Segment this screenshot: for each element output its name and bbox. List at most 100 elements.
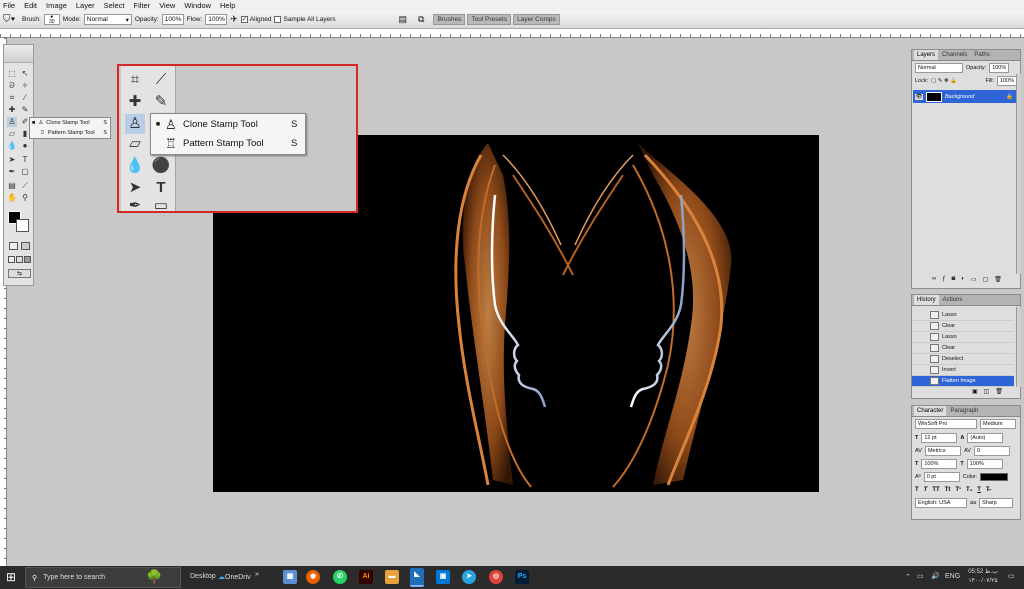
crop-icon[interactable]: ⌗ bbox=[125, 70, 145, 90]
tab-tool-presets[interactable]: Tool Presets bbox=[467, 14, 512, 25]
lasso-icon[interactable]: ᘐ bbox=[7, 81, 17, 91]
menu-view[interactable]: View bbox=[159, 0, 175, 11]
move-icon[interactable]: ↖ bbox=[20, 69, 30, 79]
magic-wand-icon[interactable]: ✧ bbox=[20, 81, 30, 91]
layers-scrollbar[interactable] bbox=[1016, 74, 1021, 274]
history-step[interactable]: Invert bbox=[912, 365, 1014, 376]
standard-mode-icon[interactable] bbox=[9, 242, 18, 250]
new-layer-icon[interactable]: ▢ bbox=[983, 276, 989, 286]
subscript-button[interactable]: T₁ bbox=[966, 487, 972, 493]
notifications-icon[interactable]: ▭ bbox=[1008, 572, 1015, 580]
screen-mode-standard-icon[interactable] bbox=[8, 256, 15, 263]
history-step[interactable]: Clear bbox=[912, 343, 1014, 354]
file-browser-icon[interactable]: ▤ bbox=[399, 14, 408, 25]
tab-layers[interactable]: Layers bbox=[914, 50, 939, 60]
link-layers-icon[interactable]: ∞ bbox=[932, 276, 936, 286]
palette-well-icon[interactable]: ⧉ bbox=[418, 14, 424, 25]
text-color-swatch[interactable] bbox=[980, 472, 1009, 481]
brush-icon[interactable]: ✎ bbox=[20, 105, 30, 115]
all-caps-button[interactable]: TT bbox=[932, 487, 939, 493]
screen-mode-full-menu-icon[interactable] bbox=[16, 256, 23, 263]
slice-icon[interactable]: ⟋ bbox=[151, 70, 171, 90]
background-color-swatch[interactable] bbox=[16, 219, 29, 232]
delete-layer-icon[interactable]: 🗑 bbox=[994, 276, 1002, 286]
flow-input[interactable]: 100% bbox=[205, 14, 228, 25]
shape-icon[interactable]: ▭ bbox=[151, 196, 171, 216]
brush-icon[interactable]: ✎ bbox=[151, 92, 171, 112]
quick-mask-icon[interactable] bbox=[21, 242, 30, 250]
pen-icon[interactable]: ✒ bbox=[7, 167, 17, 177]
photoshop-cs-app-icon[interactable]: ◣ bbox=[410, 568, 424, 587]
menu-edit[interactable]: Edit bbox=[24, 0, 37, 11]
dodge-icon[interactable]: ● bbox=[20, 141, 30, 151]
clone-stamp-tool-preset-icon[interactable]: ⛉▾ bbox=[3, 14, 19, 25]
notes-icon[interactable]: ▤ bbox=[7, 181, 17, 191]
clock[interactable]: 05:52 ب.ظ ۱۴۰۰/۰۷/۲۵ bbox=[963, 568, 1003, 586]
store-app-icon[interactable]: ▣ bbox=[436, 570, 450, 584]
menu-filter[interactable]: Filter bbox=[134, 0, 151, 11]
chrome-app-icon[interactable]: ◎ bbox=[489, 570, 503, 584]
menu-select[interactable]: Select bbox=[104, 0, 125, 11]
menu-image[interactable]: Image bbox=[46, 0, 67, 11]
type-icon[interactable]: T bbox=[20, 155, 30, 165]
history-scrollbar[interactable] bbox=[1016, 307, 1021, 387]
history-step[interactable]: Clear bbox=[912, 321, 1014, 332]
flyout-item-clone-stamp[interactable]: ■ ♙ Clone Stamp Tool S bbox=[151, 115, 305, 134]
horizontal-scale-input[interactable]: 100% bbox=[966, 458, 1003, 469]
jump-to-imageready-icon[interactable]: ⇆ bbox=[8, 269, 31, 278]
faux-italic-button[interactable]: T bbox=[924, 487, 928, 493]
adjustment-layer-icon[interactable]: ◐ bbox=[961, 276, 965, 286]
menu-layer[interactable]: Layer bbox=[76, 0, 95, 11]
layer-row-background[interactable]: 👁 Background 🔒 bbox=[913, 90, 1016, 103]
kerning-input[interactable]: Metrics bbox=[924, 445, 961, 456]
clone-stamp-icon[interactable]: ♙ bbox=[7, 117, 17, 127]
network-icon[interactable]: ▭ bbox=[917, 572, 924, 580]
layer-opacity-input[interactable]: 100% bbox=[989, 62, 1010, 73]
input-language[interactable]: ENG bbox=[945, 573, 960, 580]
blend-mode-select[interactable]: Normal bbox=[915, 62, 963, 73]
tab-brushes[interactable]: Brushes bbox=[433, 14, 466, 25]
tree-icon[interactable]: 🌳 bbox=[146, 569, 162, 585]
menu-help[interactable]: Help bbox=[220, 0, 235, 11]
windows-start-icon[interactable]: ⊞ bbox=[6, 570, 16, 584]
superscript-button[interactable]: T¹ bbox=[955, 487, 961, 493]
menu-window[interactable]: Window bbox=[184, 0, 211, 11]
tab-layer-comps[interactable]: Layer Comps bbox=[513, 14, 560, 25]
tab-paths[interactable]: Paths bbox=[971, 50, 992, 60]
photoshop-app-icon[interactable]: Ps bbox=[515, 570, 529, 584]
healing-brush-icon[interactable]: ✚ bbox=[7, 105, 17, 115]
file-explorer-app-icon[interactable]: ▬ bbox=[385, 570, 399, 584]
lock-icons[interactable]: ▢ ✎ ✥ 🔒 bbox=[931, 78, 957, 84]
healing-brush-icon[interactable]: ✚ bbox=[125, 92, 145, 112]
tab-actions[interactable]: Actions bbox=[940, 295, 966, 305]
flyout-item-pattern-stamp[interactable]: ♖ Pattern Stamp Tool S bbox=[30, 128, 110, 138]
zoom-icon[interactable]: ⚲ bbox=[20, 193, 30, 203]
shape-icon[interactable]: ▢ bbox=[20, 167, 30, 177]
crop-icon[interactable]: ⌗ bbox=[7, 93, 17, 103]
eraser-icon[interactable]: ▱ bbox=[125, 134, 145, 154]
history-step-current[interactable]: Flatten Image bbox=[912, 376, 1014, 387]
faux-bold-button[interactable]: T bbox=[915, 487, 919, 493]
layer-mask-icon[interactable]: ◙ bbox=[952, 276, 956, 286]
whatsapp-app-icon[interactable]: ✆ bbox=[333, 570, 347, 584]
firefox-app-icon[interactable]: ◉ bbox=[306, 570, 320, 584]
language-select[interactable]: English: USA bbox=[915, 498, 967, 508]
tab-channels[interactable]: Channels bbox=[939, 50, 970, 60]
calculator-app-icon[interactable]: ▦ bbox=[283, 570, 297, 584]
screen-mode-full-icon[interactable] bbox=[24, 256, 31, 263]
path-selection-icon[interactable]: ➤ bbox=[125, 178, 145, 198]
strikethrough-button[interactable]: T̶ bbox=[986, 487, 990, 493]
vertical-scale-input[interactable]: 100% bbox=[921, 458, 958, 469]
history-step[interactable]: Deselect bbox=[912, 354, 1014, 365]
slice-icon[interactable]: ⁄ bbox=[20, 93, 30, 103]
blur-icon[interactable]: 💧 bbox=[7, 141, 17, 151]
history-step[interactable]: Lasso bbox=[912, 310, 1014, 321]
antialias-select[interactable]: Sharp bbox=[979, 498, 1014, 508]
hand-icon[interactable]: ✋ bbox=[7, 193, 17, 203]
font-size-input[interactable]: 12 pt bbox=[921, 432, 958, 443]
brush-picker[interactable]: ● 30 bbox=[43, 14, 60, 25]
fill-input[interactable]: 100% bbox=[997, 75, 1017, 86]
mode-select[interactable]: Normal ▾ bbox=[83, 14, 132, 25]
path-selection-icon[interactable]: ➤ bbox=[7, 155, 17, 165]
opacity-input[interactable]: 100% bbox=[161, 14, 184, 25]
